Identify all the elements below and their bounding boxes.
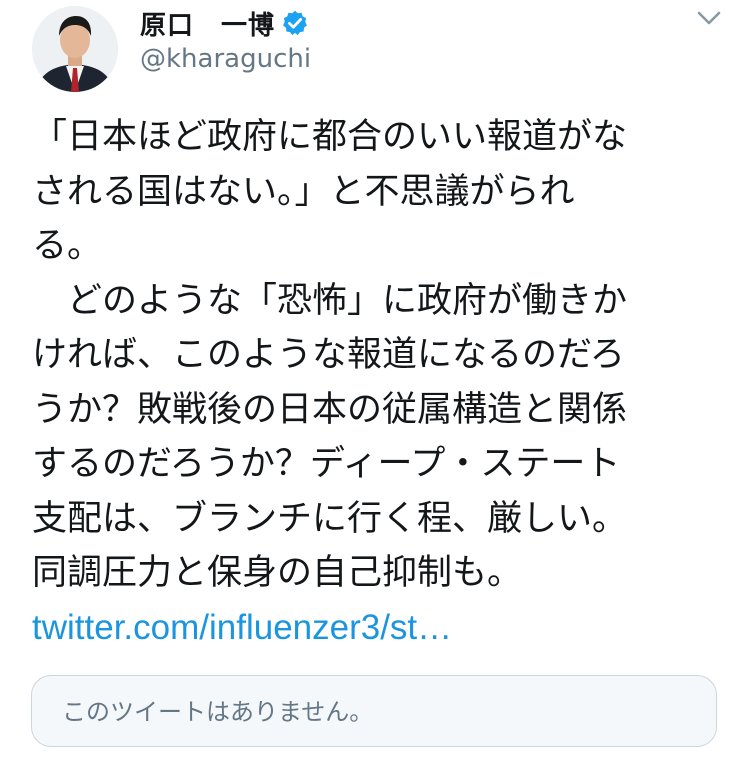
quoted-tweet-unavailable-text: このツイートはありません。 <box>62 698 374 726</box>
tweet-text-line: ければ、このような報道になるのだろ <box>32 335 625 375</box>
tweet-text-line: 「日本ほど政府に都合のいい報道がな <box>32 117 628 157</box>
quoted-tweet-card[interactable]: このツイートはありません。 <box>31 675 717 747</box>
avatar[interactable] <box>32 6 118 92</box>
tweet-text-line: 同調圧力と保身の自己抑制も。 <box>32 553 523 593</box>
tweet-text-line: するのだろうか？ディープ・ステート <box>32 444 621 484</box>
tweet-text: 「日本ほど政府に都合のいい報道がな される国はない。」と不思議がられ る。 どの… <box>32 110 722 601</box>
author-name-row[interactable]: 原口 一博 <box>140 8 309 41</box>
display-name[interactable]: 原口 一博 <box>140 5 275 42</box>
tweet-text-line: どのような「恐怖」に政府が働きか <box>32 280 628 321</box>
chevron-down-icon[interactable] <box>695 8 723 30</box>
user-handle[interactable]: @kharaguchi <box>140 44 311 74</box>
tweet: 原口 一博 @kharaguchi 「日本ほど政府に都合のいい報道がな される国… <box>0 0 750 761</box>
tweet-text-line: 支配は、ブランチに行く程、厳しい。 <box>32 498 628 539</box>
tweet-link[interactable]: twitter.com/influenzer3/st… <box>32 601 452 655</box>
verified-badge-icon <box>283 10 307 36</box>
tweet-text-line: される国はない。」と不思議がられ <box>32 171 575 212</box>
tweet-text-line: うか？敗戦後の日本の従属構造と関係 <box>32 389 628 430</box>
tweet-text-line: る。 <box>32 226 103 266</box>
profile-photo <box>32 6 118 92</box>
